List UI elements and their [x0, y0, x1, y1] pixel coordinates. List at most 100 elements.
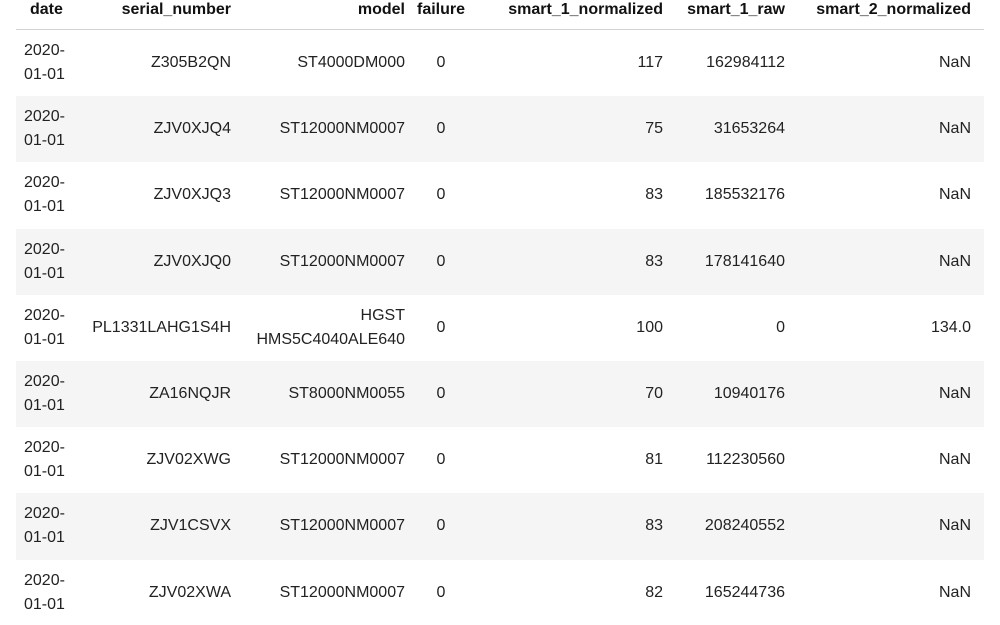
- cell-failure-text: 0: [436, 451, 446, 469]
- cell-model: ST12000NM0007: [231, 493, 405, 559]
- cell-date-monthday: 01-01: [24, 132, 65, 150]
- column-header-smart-2-normalized: smart_2_normalized: [816, 1, 971, 18]
- cell-date: 2020- 01-01: [24, 361, 79, 427]
- cell-date-year: 2020-: [24, 439, 65, 457]
- table-row: 2020- 01-01 ZJV0XJQ0 ST12000NM0007 0 83 178141…: [16, 228, 984, 295]
- cell-serial-number: ZJV02XWG: [79, 427, 231, 493]
- cell-smart-1-raw-text: 112230560: [706, 451, 785, 469]
- cell-smart-2-normalized: NaN: [785, 162, 971, 228]
- cell-smart-1-normalized-text: 117: [637, 54, 663, 72]
- table-row: 2020- 01-01 ZJV1CSVX ST12000NM0007 0 83 208240…: [16, 493, 984, 560]
- cell-smart-2-normalized: NaN: [785, 493, 971, 559]
- cell-model: ST12000NM0007: [231, 427, 405, 493]
- cell-failure-text: 0: [436, 517, 446, 535]
- cell-smart-2-normalized: NaN: [785, 229, 971, 295]
- cell-serial-number: PL1331LAHG1S4H: [79, 295, 231, 361]
- cell-smart-1-raw-text: 208240552: [704, 517, 785, 535]
- cell-model: ST8000NM0055: [231, 361, 405, 427]
- cell-serial-number: ZJV0XJQ3: [79, 162, 231, 228]
- cell-date-monthday: 01-01: [24, 264, 65, 282]
- cell-smart-1-normalized: 83: [477, 229, 663, 295]
- cell-date: 2020- 01-01: [24, 560, 79, 625]
- cell-smart-1-normalized: 82: [477, 560, 663, 625]
- table-header: date serial_number model failure smart_1…: [16, 0, 984, 30]
- cell-serial-number-text: ZJV02XWG: [146, 451, 231, 469]
- cell-date-year: 2020-: [24, 174, 65, 192]
- cell-failure: 0: [405, 30, 477, 96]
- cell-smart-1-normalized-text: 70: [645, 385, 663, 403]
- cell-smart-1-raw: 162984112: [663, 30, 785, 96]
- cell-smart-1-normalized-text: 100: [636, 318, 663, 336]
- cell-smart-1-normalized-text: 83: [645, 252, 663, 270]
- cell-serial-number-text: ZA16NQJR: [149, 385, 231, 403]
- cell-smart-1-normalized: 70: [477, 361, 663, 427]
- cell-date-monthday: 01-01: [24, 198, 65, 216]
- cell-smart-1-raw: 178141640: [663, 229, 785, 295]
- cell-smart-2-normalized: NaN: [785, 96, 971, 162]
- cell-failure: 0: [405, 427, 477, 493]
- table-row: 2020- 01-01 ZJV0XJQ4 ST12000NM0007 0 75 316532…: [16, 96, 984, 163]
- table-row: 2020- 01-01 ZJV02XWG ST12000NM0007 0 81 112230…: [16, 427, 984, 494]
- cell-date: 2020- 01-01: [24, 493, 79, 559]
- cell-failure: 0: [405, 361, 477, 427]
- cell-serial-number-text: ZJV0XJQ3: [153, 186, 231, 204]
- cell-model: ST12000NM0007: [231, 560, 405, 625]
- column-header-model: model: [357, 1, 405, 18]
- cell-serial-number-text: PL1331LAHG1S4H: [92, 318, 231, 336]
- cell-model: ST12000NM0007: [231, 96, 405, 162]
- cell-smart-1-raw: 0: [663, 295, 785, 361]
- cell-model: HGST HMS5C4040ALE640: [231, 295, 405, 361]
- cell-date-monthday: 01-01: [24, 529, 65, 547]
- cell-smart-2-normalized: NaN: [785, 427, 971, 493]
- cell-date-monthday: 01-01: [24, 397, 65, 415]
- cell-date-year: 2020-: [24, 42, 65, 60]
- cell-failure-text: 0: [436, 252, 446, 270]
- cell-model-text: ST12000NM0007: [279, 451, 405, 469]
- cell-date-year: 2020-: [24, 505, 65, 523]
- cell-failure-text: 0: [436, 54, 446, 72]
- cell-smart-2-normalized-text: NaN: [938, 186, 971, 204]
- cell-smart-2-normalized-text: NaN: [938, 583, 971, 601]
- cell-smart-1-raw: 10940176: [663, 361, 785, 427]
- cell-model: ST12000NM0007: [231, 229, 405, 295]
- table-row: 2020- 01-01 ZA16NQJR ST8000NM0055 0 70 1094017…: [16, 360, 984, 428]
- cell-serial-number: ZA16NQJR: [79, 361, 231, 427]
- cell-smart-1-raw-text: 185532176: [704, 186, 785, 204]
- table-row: 2020- 01-01 PL1331LAHG1S4H HGST HMS5C4040AL…: [16, 294, 984, 361]
- cell-model: ST4000DM000: [231, 30, 405, 96]
- cell-model-text: ST12000NM0007: [279, 120, 405, 138]
- table-row: 2020- 01-01 Z305B2QN ST4000DM000 0 117 1629841…: [16, 30, 984, 97]
- cell-serial-number: ZJV1CSVX: [79, 493, 231, 559]
- cell-date: 2020- 01-01: [24, 96, 79, 162]
- cell-smart-2-normalized-text: NaN: [938, 54, 971, 72]
- cell-date-monthday: 01-01: [24, 330, 65, 348]
- cell-serial-number: ZJV0XJQ0: [79, 229, 231, 295]
- table-body: 2020- 01-01 Z305B2QN ST4000DM000 0 117 1629841…: [16, 30, 984, 625]
- cell-model-text: ST12000NM0007: [279, 517, 405, 535]
- cell-failure-text: 0: [436, 120, 446, 138]
- cell-failure: 0: [405, 560, 477, 625]
- cell-smart-1-normalized: 81: [477, 427, 663, 493]
- cell-serial-number-text: ZJV02XWA: [148, 583, 231, 601]
- cell-model-text: ST12000NM0007: [279, 252, 405, 270]
- cell-failure-text: 0: [436, 318, 446, 336]
- cell-smart-2-normalized: 134.0: [785, 295, 971, 361]
- cell-smart-2-normalized: NaN: [785, 560, 971, 625]
- cell-model-text: ST12000NM0007: [279, 583, 405, 601]
- cell-date-year: 2020-: [24, 240, 65, 258]
- cell-failure-text: 0: [436, 186, 446, 204]
- cell-date-year: 2020-: [24, 306, 65, 324]
- cell-model: ST12000NM0007: [231, 162, 405, 228]
- cell-serial-number: ZJV02XWA: [79, 560, 231, 625]
- column-header-failure: failure: [416, 1, 465, 18]
- cell-smart-2-normalized: NaN: [785, 361, 971, 427]
- cell-date: 2020- 01-01: [24, 427, 79, 493]
- cell-smart-1-normalized: 83: [477, 493, 663, 559]
- cell-failure-text: 0: [436, 385, 446, 403]
- cell-date-monthday: 01-01: [24, 595, 65, 613]
- cell-date-monthday: 01-01: [24, 463, 65, 481]
- cell-smart-1-raw-text: 31653264: [713, 120, 785, 138]
- cell-failure-text: 0: [436, 583, 446, 601]
- cell-serial-number-text: ZJV0XJQ0: [153, 252, 231, 270]
- cell-smart-2-normalized-text: 134.0: [930, 318, 971, 336]
